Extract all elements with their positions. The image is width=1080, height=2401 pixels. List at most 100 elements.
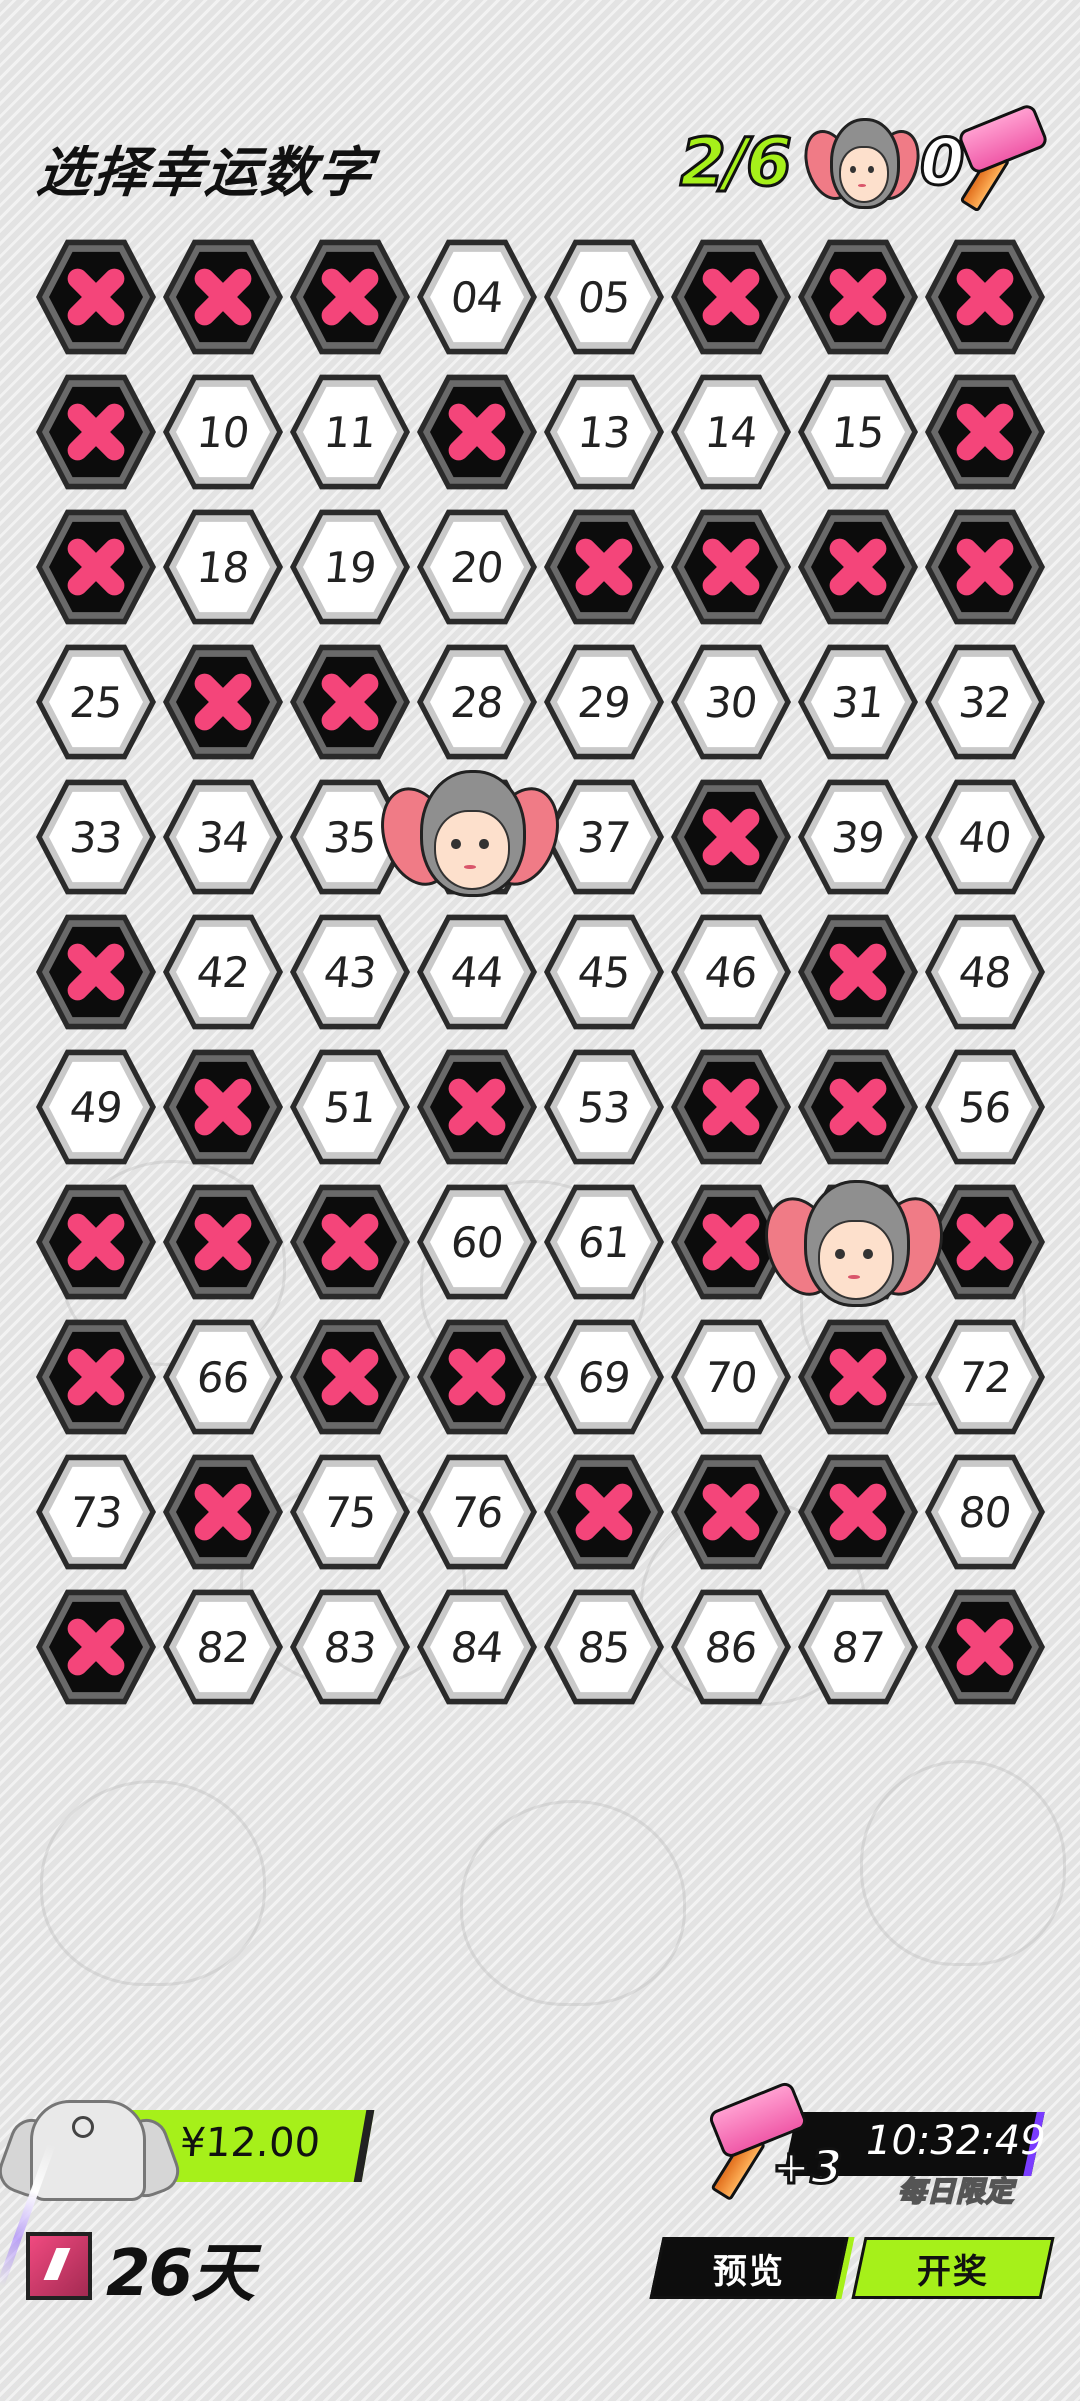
number-label: 11: [321, 407, 379, 457]
number-cell-crossed: [671, 1046, 791, 1168]
number-label: 84: [448, 1622, 506, 1672]
number-label: 44: [448, 947, 506, 997]
number-label: 42: [194, 947, 252, 997]
number-cell[interactable]: 29: [544, 641, 664, 763]
number-cell[interactable]: 19: [290, 506, 410, 628]
draw-button[interactable]: 开奖: [851, 2237, 1055, 2299]
number-label: 32: [956, 677, 1014, 727]
number-cell[interactable]: 86: [671, 1586, 791, 1708]
number-cell[interactable]: 13: [544, 371, 664, 493]
number-cell[interactable]: 37: [544, 776, 664, 898]
number-cell[interactable]: 20: [417, 506, 537, 628]
number-cell-crossed: [290, 1316, 410, 1438]
number-cell[interactable]: 30: [671, 641, 791, 763]
number-label: 39: [829, 812, 887, 862]
number-label: 10: [194, 407, 252, 457]
number-cell[interactable]: 31: [798, 641, 918, 763]
number-cell[interactable]: 43: [290, 911, 410, 1033]
number-label: 70: [702, 1352, 760, 1402]
number-label: 49: [67, 1082, 125, 1132]
number-cell-crossed: [925, 1181, 1045, 1303]
number-label: 72: [956, 1352, 1014, 1402]
number-cell[interactable]: 69: [544, 1316, 664, 1438]
number-cell[interactable]: 32: [925, 641, 1045, 763]
number-cell[interactable]: 82: [163, 1586, 283, 1708]
number-cell-crossed: [798, 506, 918, 628]
number-cell[interactable]: 80: [925, 1451, 1045, 1573]
number-cell[interactable]: 04: [417, 236, 537, 358]
number-cell[interactable]: 33: [36, 776, 156, 898]
number-label: 53: [575, 1082, 633, 1132]
number-label: 35: [321, 812, 379, 862]
number-cell[interactable]: 05: [544, 236, 664, 358]
number-cell-crossed: [544, 506, 664, 628]
number-cell-crossed: [417, 371, 537, 493]
number-cell[interactable]: 51: [290, 1046, 410, 1168]
number-cell-crossed: [417, 1046, 537, 1168]
number-label: 82: [194, 1622, 252, 1672]
number-cell-crossed: [671, 776, 791, 898]
number-cell[interactable]: 45: [544, 911, 664, 1033]
number-cell[interactable]: 73: [36, 1451, 156, 1573]
number-cell[interactable]: 84: [417, 1586, 537, 1708]
number-label: 83: [321, 1622, 379, 1672]
selected-character-marker[interactable]: [752, 1180, 956, 1312]
number-cell[interactable]: 15: [798, 371, 918, 493]
number-cell[interactable]: 34: [163, 776, 283, 898]
number-cell[interactable]: 11: [290, 371, 410, 493]
number-cell-crossed: [925, 371, 1045, 493]
number-cell[interactable]: 14: [671, 371, 791, 493]
number-label: 48: [956, 947, 1014, 997]
number-cell-crossed: [290, 236, 410, 358]
number-cell[interactable]: 53: [544, 1046, 664, 1168]
number-cell[interactable]: 66: [163, 1316, 283, 1438]
number-cell[interactable]: 60: [417, 1181, 537, 1303]
number-cell[interactable]: 83: [290, 1586, 410, 1708]
number-cell-crossed: [544, 1451, 664, 1573]
number-label: 05: [575, 272, 633, 322]
number-cell[interactable]: 28: [417, 641, 537, 763]
preview-button[interactable]: 预览: [649, 2237, 849, 2299]
number-label: 29: [575, 677, 633, 727]
number-cell-crossed: [671, 1451, 791, 1573]
number-cell[interactable]: 76: [417, 1451, 537, 1573]
price-label: ¥12.00: [178, 2120, 322, 2166]
number-cell-crossed: [290, 1181, 410, 1303]
number-label: 43: [321, 947, 379, 997]
number-cell-crossed: [925, 506, 1045, 628]
number-cell[interactable]: 48: [925, 911, 1045, 1033]
number-label: 04: [448, 272, 506, 322]
number-cell[interactable]: 49: [36, 1046, 156, 1168]
number-label: 19: [321, 542, 379, 592]
number-cell[interactable]: 56: [925, 1046, 1045, 1168]
number-cell[interactable]: 10: [163, 371, 283, 493]
number-cell[interactable]: 18: [163, 506, 283, 628]
number-cell-crossed: [36, 236, 156, 358]
number-cell[interactable]: 39: [798, 776, 918, 898]
number-label: 28: [448, 677, 506, 727]
number-cell[interactable]: 44: [417, 911, 537, 1033]
number-cell[interactable]: 72: [925, 1316, 1045, 1438]
number-label: 34: [194, 812, 252, 862]
number-cell[interactable]: 85: [544, 1586, 664, 1708]
number-cell-crossed: [163, 1046, 283, 1168]
number-cell[interactable]: 70: [671, 1316, 791, 1438]
number-cell[interactable]: 25: [36, 641, 156, 763]
number-cell[interactable]: 40: [925, 776, 1045, 898]
number-cell-crossed: [925, 236, 1045, 358]
number-label: 69: [575, 1352, 633, 1402]
selected-character-marker[interactable]: [368, 770, 572, 902]
number-cell[interactable]: 61: [544, 1181, 664, 1303]
character-face-icon: [795, 118, 929, 210]
number-cell-crossed: [798, 1316, 918, 1438]
number-cell-crossed: [417, 1316, 537, 1438]
number-cell[interactable]: 46: [671, 911, 791, 1033]
number-label: 30: [702, 677, 760, 727]
number-cell-crossed: [798, 911, 918, 1033]
number-cell-crossed: [798, 1451, 918, 1573]
number-cell[interactable]: 75: [290, 1451, 410, 1573]
number-label: 45: [575, 947, 633, 997]
number-cell[interactable]: 42: [163, 911, 283, 1033]
number-label: 85: [575, 1622, 633, 1672]
number-cell[interactable]: 87: [798, 1586, 918, 1708]
